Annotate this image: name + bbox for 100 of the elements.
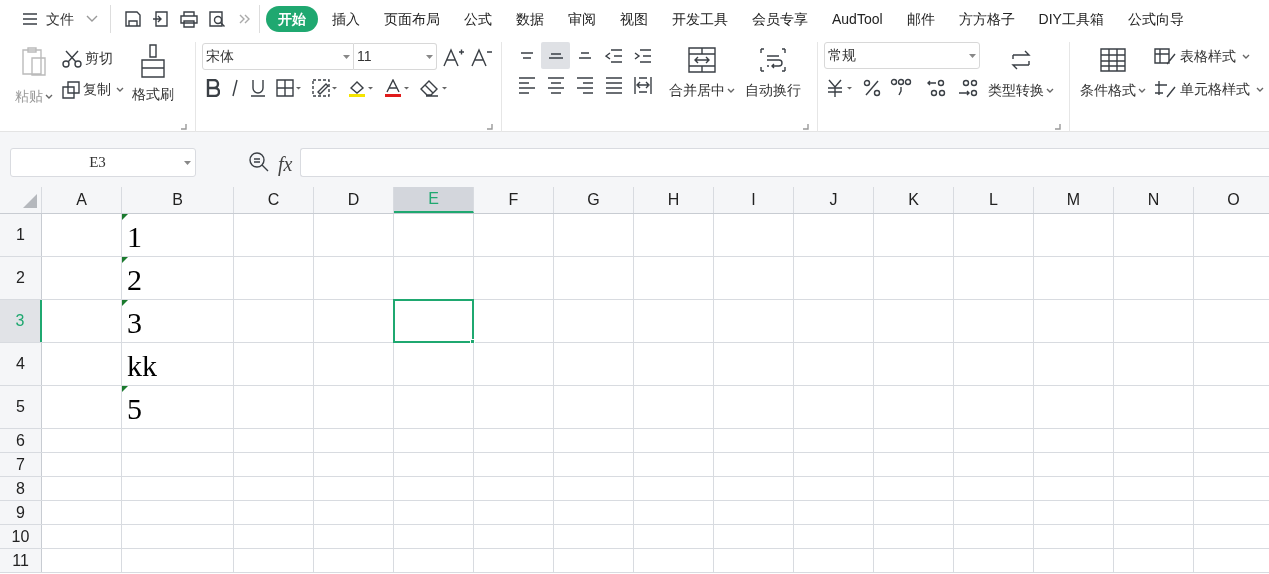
row-header[interactable]: 1 <box>0 214 42 256</box>
underline-icon[interactable] <box>250 79 266 97</box>
column-header[interactable]: F <box>474 187 554 213</box>
font-color-icon[interactable] <box>384 79 410 97</box>
row-header[interactable]: 11 <box>0 549 42 572</box>
ribbon-tab[interactable]: 邮件 <box>896 6 945 32</box>
row-header[interactable]: 2 <box>0 257 42 299</box>
caret-icon <box>969 53 976 58</box>
column-header[interactable]: C <box>234 187 314 213</box>
column-header[interactable]: K <box>874 187 954 213</box>
format-painter-button[interactable]: 格式刷 <box>132 42 174 132</box>
active-cell[interactable] <box>393 299 474 343</box>
merge-center-button[interactable]: 合并居中 <box>669 42 735 132</box>
wrap-text-button[interactable]: 自动换行 <box>745 42 801 132</box>
caret-icon <box>45 94 53 99</box>
print-icon[interactable] <box>180 10 198 28</box>
row-header[interactable]: 10 <box>0 525 42 548</box>
ribbon-tab[interactable]: 数据 <box>506 6 554 32</box>
eraser-icon[interactable] <box>420 79 448 97</box>
name-box[interactable]: E3 <box>10 148 196 177</box>
fill-pattern-icon[interactable] <box>312 79 338 97</box>
ribbon-tab[interactable]: 插入 <box>322 6 370 32</box>
borders-icon[interactable] <box>276 79 302 97</box>
merge-cells-icon <box>687 46 717 74</box>
currency-icon[interactable] <box>826 79 854 97</box>
align-middle-icon <box>547 52 564 59</box>
row-header[interactable]: 6 <box>0 429 42 452</box>
column-header[interactable]: J <box>794 187 874 213</box>
ribbon-tab[interactable]: 公式 <box>454 6 502 32</box>
column-header[interactable]: B <box>122 187 234 213</box>
column-header[interactable]: O <box>1194 187 1269 213</box>
cell-text: 5 <box>127 391 142 427</box>
caret-icon <box>727 88 735 93</box>
row-header[interactable]: 9 <box>0 501 42 524</box>
caret-icon <box>116 87 124 92</box>
column-header[interactable]: N <box>1114 187 1194 213</box>
percent-icon[interactable] <box>862 79 882 97</box>
caret-icon <box>184 160 191 165</box>
row-header[interactable]: 5 <box>0 386 42 428</box>
decrease-font-icon[interactable] <box>471 46 493 67</box>
align-center-icon[interactable] <box>545 75 566 95</box>
justify-icon[interactable] <box>603 75 624 95</box>
ribbon-tab[interactable]: 页面布局 <box>374 6 450 32</box>
align-button[interactable] <box>541 42 570 69</box>
caret-icon <box>426 54 433 59</box>
convert-type-button[interactable]: 类型转换 <box>988 42 1054 132</box>
distributed-icon[interactable] <box>632 75 653 95</box>
number-format-field[interactable]: 常规 <box>824 42 980 69</box>
cell-style-button[interactable]: 单元格样式 <box>1154 79 1264 100</box>
cell-text: 1 <box>127 219 142 255</box>
ribbon-tab[interactable]: 开发工具 <box>662 6 738 32</box>
bold-icon[interactable] <box>206 79 220 97</box>
align-right-icon[interactable] <box>574 75 595 95</box>
ribbon-tab[interactable]: 公式向导 <box>1117 6 1194 32</box>
cell-brush-icon <box>1154 79 1176 100</box>
export-icon[interactable] <box>152 10 170 28</box>
align-bottom-icon <box>577 52 592 59</box>
column-header[interactable]: M <box>1034 187 1114 213</box>
ribbon-tab[interactable]: 审阅 <box>558 6 606 32</box>
caret-icon <box>1256 87 1264 92</box>
row-header[interactable]: 8 <box>0 477 42 500</box>
align-outdent-icon <box>604 48 623 63</box>
clipboard-icon <box>20 46 48 78</box>
row-header[interactable]: 4 <box>0 343 42 385</box>
brush-icon <box>140 44 166 78</box>
table-brush-icon <box>1154 47 1176 66</box>
column-header[interactable]: L <box>954 187 1034 213</box>
decrease-decimal-icon[interactable] <box>956 78 980 98</box>
ribbon-tab[interactable]: 会员专享 <box>742 6 818 32</box>
function-icon[interactable]: fx <box>278 149 293 179</box>
row-header[interactable]: 7 <box>0 453 42 476</box>
cut-button[interactable]: 剪切 <box>62 48 124 69</box>
column-header[interactable]: G <box>554 187 634 213</box>
zoom-formula-icon[interactable] <box>248 151 270 173</box>
preview-icon[interactable] <box>208 10 226 28</box>
italic-icon[interactable] <box>230 79 240 97</box>
increase-font-icon[interactable] <box>443 46 465 67</box>
align-left-icon[interactable] <box>516 75 537 95</box>
caret-icon <box>1242 54 1250 59</box>
column-header[interactable]: H <box>634 187 714 213</box>
font-size-field[interactable]: 11 <box>354 43 437 70</box>
fill-color-icon[interactable] <box>348 79 374 97</box>
table-style-button[interactable]: 表格样式 <box>1154 46 1264 67</box>
save-icon[interactable] <box>124 10 142 28</box>
caret-icon <box>1138 88 1146 93</box>
column-header[interactable]: I <box>714 187 794 213</box>
menu-icon <box>22 12 38 26</box>
conditional-format-button[interactable]: 条件格式 <box>1080 42 1146 132</box>
ribbon-tab[interactable]: 视图 <box>610 6 658 32</box>
file-menu-button[interactable]: 文件 <box>18 5 102 33</box>
column-header[interactable]: A <box>42 187 122 213</box>
ribbon-tab[interactable]: DIY工具箱 <box>1028 6 1114 32</box>
formula-input[interactable] <box>300 148 1269 177</box>
font-name-field[interactable]: 宋体 <box>202 43 354 70</box>
copy-button[interactable]: 复制 <box>62 79 124 100</box>
scissors-icon <box>62 49 82 68</box>
ribbon-tab[interactable]: AudTool <box>822 6 893 32</box>
align-top-icon <box>519 52 534 59</box>
ribbon-tab[interactable]: 方方格子 <box>948 6 1025 32</box>
caret-icon <box>1046 88 1054 93</box>
